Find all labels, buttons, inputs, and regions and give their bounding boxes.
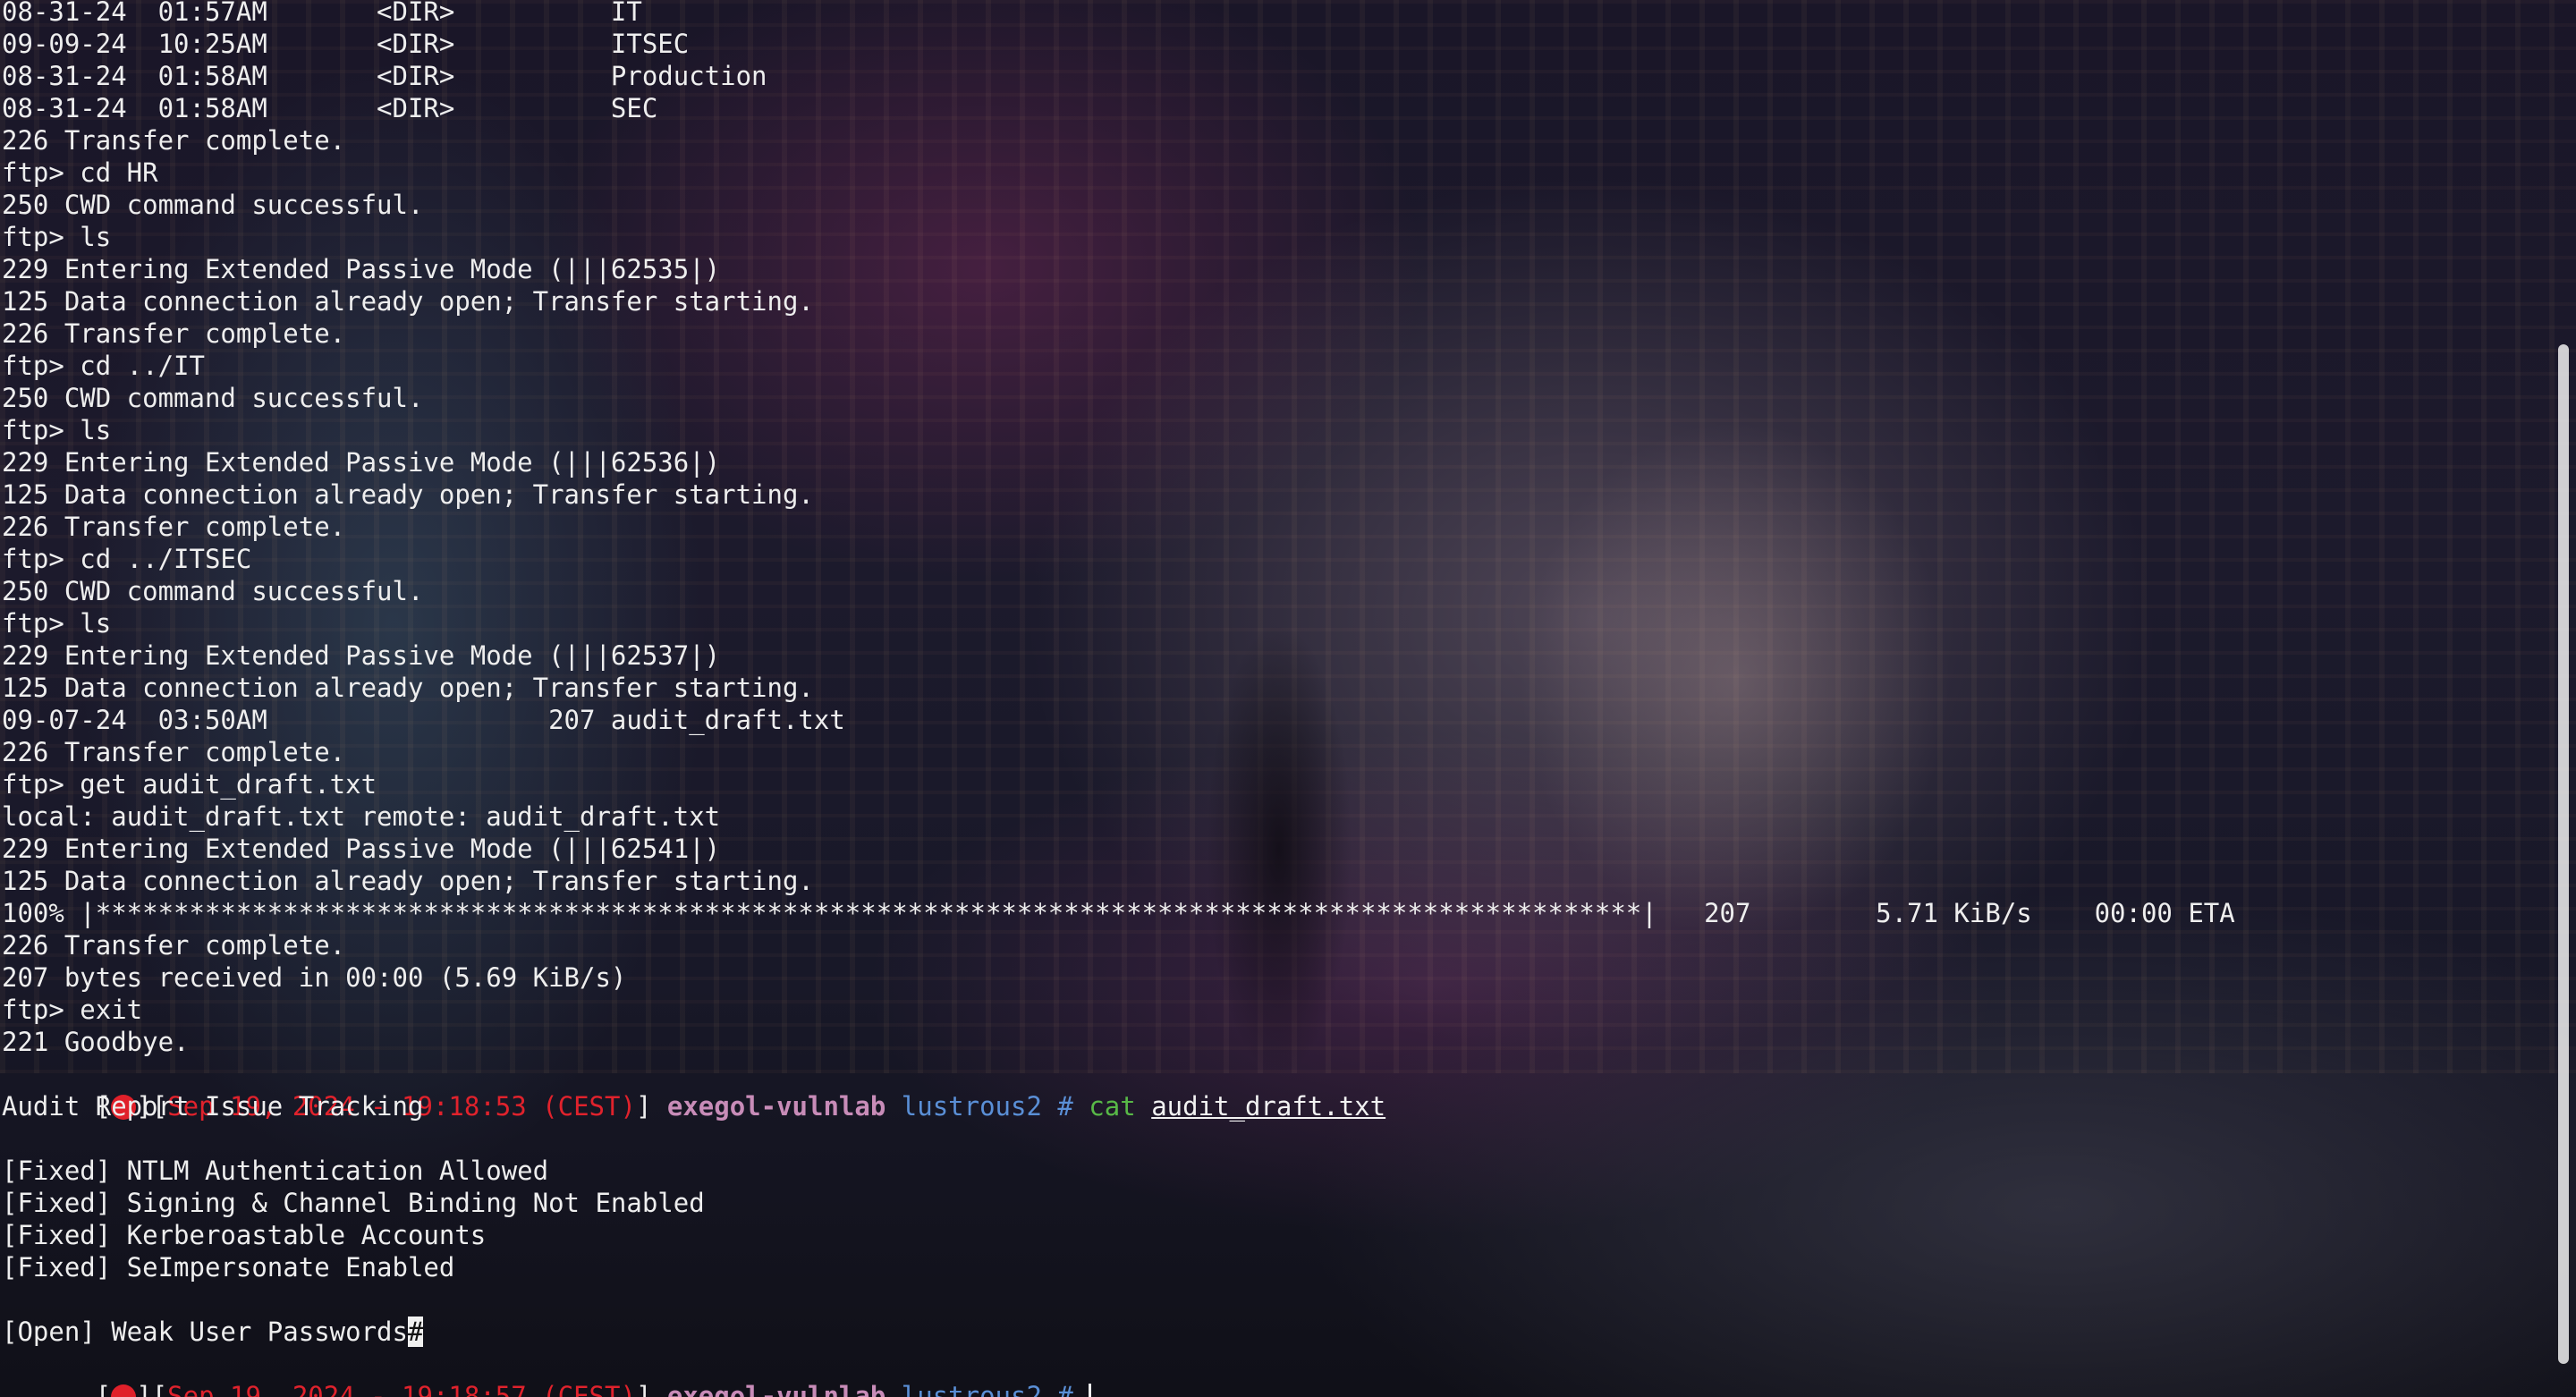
text-cursor[interactable]: [1089, 1384, 1092, 1397]
history-line: local: audit_draft.txt remote: audit_dra…: [2, 801, 721, 832]
history-line: 125 Data connection already open; Transf…: [2, 866, 814, 896]
history-line: 226 Transfer complete.: [2, 737, 346, 767]
history-line: ftp> exit: [2, 995, 143, 1025]
prompt-symbol: #: [1057, 1091, 1073, 1122]
history-line: ftp> get audit_draft.txt: [2, 769, 377, 800]
history-line: 207 bytes received in 00:00 (5.69 KiB/s): [2, 962, 627, 993]
history-line: ftp> ls: [2, 222, 112, 252]
prompt-hostname: exegol-vulnlab: [666, 1091, 886, 1122]
history-line: 08-31-24 01:58AM <DIR> Production: [2, 61, 767, 91]
history-line: 08-31-24 01:58AM <DIR> SEC: [2, 93, 658, 123]
terminal-window[interactable]: 08-31-24 01:57AM <DIR> IT 09-09-24 10:25A…: [0, 0, 2576, 1397]
cat-output: Audit Report Issue Tracking [Fixed] NTLM …: [2, 1090, 2576, 1316]
history-line: 08-31-24 01:57AM <DIR> IT: [2, 0, 642, 27]
history-line: ftp> ls: [2, 415, 112, 445]
history-line: ftp> cd ../ITSEC: [2, 544, 252, 574]
output-line: [Open] Weak User Passwords#: [2, 1316, 2576, 1348]
prompt-timestamp: Sep 19, 2024 - 19:18:57 (CEST): [167, 1381, 636, 1397]
history-line: ftp> cd ../IT: [2, 351, 205, 381]
ftp-session-history: 08-31-24 01:57AM <DIR> IT 09-09-24 10:25A…: [2, 0, 2576, 1058]
prompt-symbol: #: [1057, 1381, 1073, 1397]
history-line: 226 Transfer complete.: [2, 125, 346, 156]
command-argument-path[interactable]: audit_draft.txt: [1151, 1091, 1385, 1122]
prompt-line-active[interactable]: [][Sep 19, 2024 - 19:18:57 (CEST)] exego…: [2, 1348, 2576, 1397]
history-line: 250 CWD command successful.: [2, 576, 424, 606]
history-line: 229 Entering Extended Passive Mode (|||6…: [2, 447, 721, 478]
terminal-output[interactable]: 08-31-24 01:57AM <DIR> IT 09-09-24 10:25A…: [0, 0, 2576, 1397]
history-line: ftp> cd HR: [2, 157, 158, 188]
history-line: 125 Data connection already open; Transf…: [2, 479, 814, 510]
output-line: [Fixed] SeImpersonate Enabled: [2, 1252, 455, 1283]
output-line: [Fixed] Kerberoastable Accounts: [2, 1220, 487, 1250]
history-line: 250 CWD command successful.: [2, 190, 424, 220]
history-line: 250 CWD command successful.: [2, 383, 424, 413]
command-name: cat: [1089, 1091, 1136, 1122]
output-line: [Fixed] NTLM Authentication Allowed: [2, 1156, 549, 1186]
output-line: [Fixed] Signing & Channel Binding Not En…: [2, 1188, 705, 1218]
history-line: ftp> ls: [2, 608, 112, 639]
prompt-directory: lustrous2: [901, 1091, 1042, 1122]
prompt-hostname: exegol-vulnlab: [666, 1381, 886, 1397]
status-dot-icon: [111, 1384, 137, 1397]
history-line: 226 Transfer complete.: [2, 930, 346, 961]
history-line: 229 Entering Extended Passive Mode (|||6…: [2, 640, 721, 671]
prompt-directory: lustrous2: [901, 1381, 1042, 1397]
history-line: 226 Transfer complete.: [2, 318, 346, 349]
history-line: 221 Goodbye.: [2, 1027, 190, 1057]
history-line: 125 Data connection already open; Transf…: [2, 286, 814, 317]
history-line: 09-09-24 10:25AM <DIR> ITSEC: [2, 29, 690, 59]
history-line: 226 Transfer complete.: [2, 512, 346, 542]
output-last-text: [Open] Weak User Passwords: [2, 1317, 408, 1347]
history-line: 09-07-24 03:50AM 207 audit_draft.txt: [2, 705, 845, 735]
history-line: 100% |**********************************…: [2, 898, 2235, 928]
scrollbar-thumb[interactable]: [2558, 344, 2569, 1364]
no-newline-marker: #: [407, 1317, 424, 1347]
history-line: 229 Entering Extended Passive Mode (|||6…: [2, 254, 721, 284]
prompt-line: [][Sep 19, 2024 - 19:18:53 (CEST)] exego…: [95, 1091, 1386, 1122]
history-line: 229 Entering Extended Passive Mode (|||6…: [2, 834, 721, 864]
history-line: 125 Data connection already open; Transf…: [2, 673, 814, 703]
